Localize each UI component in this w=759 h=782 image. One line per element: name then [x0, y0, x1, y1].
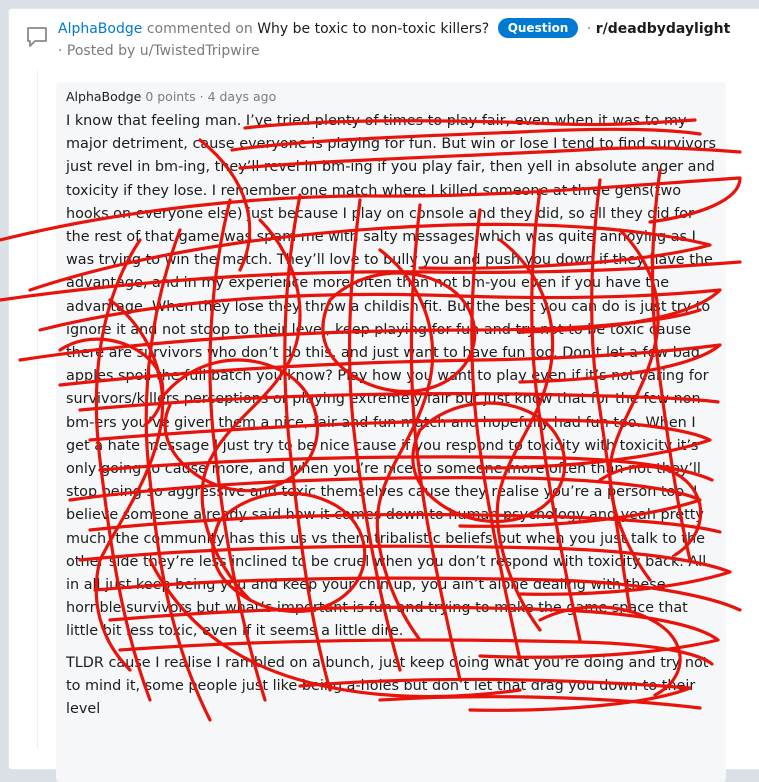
thread-line[interactable]: [37, 70, 38, 750]
commenter-link[interactable]: AlphaBodge: [58, 21, 142, 37]
post-flair-badge: Question: [497, 18, 579, 38]
chat-bubble-icon: [27, 27, 47, 47]
post-title-link[interactable]: Why be toxic to non-toxic killers?: [257, 21, 489, 37]
comment-meta: AlphaBodge 0 points · 4 days ago: [66, 89, 276, 104]
comment-paragraph-tldr: TLDR cause I realise I rambled on a bunc…: [66, 655, 709, 718]
separator-dot: ·: [586, 21, 592, 37]
action-text: commented on: [146, 21, 253, 37]
comment-context-header: AlphaBodge commented on Why be toxic to …: [58, 18, 738, 62]
poster-link[interactable]: u/TwistedTripwire: [140, 43, 260, 59]
comment-author-link[interactable]: AlphaBodge: [66, 89, 141, 104]
comment-body: I know that feeling man. I’ve tried plen…: [66, 110, 719, 722]
comment-paragraph-main: I know that feeling man. I’ve tried plen…: [66, 113, 716, 640]
comment-age: · 4 days ago: [199, 89, 277, 104]
posted-by-text: · Posted by: [58, 43, 136, 59]
comment-points: 0 points: [145, 89, 196, 104]
subreddit-link[interactable]: r/deadbydaylight: [596, 21, 731, 37]
